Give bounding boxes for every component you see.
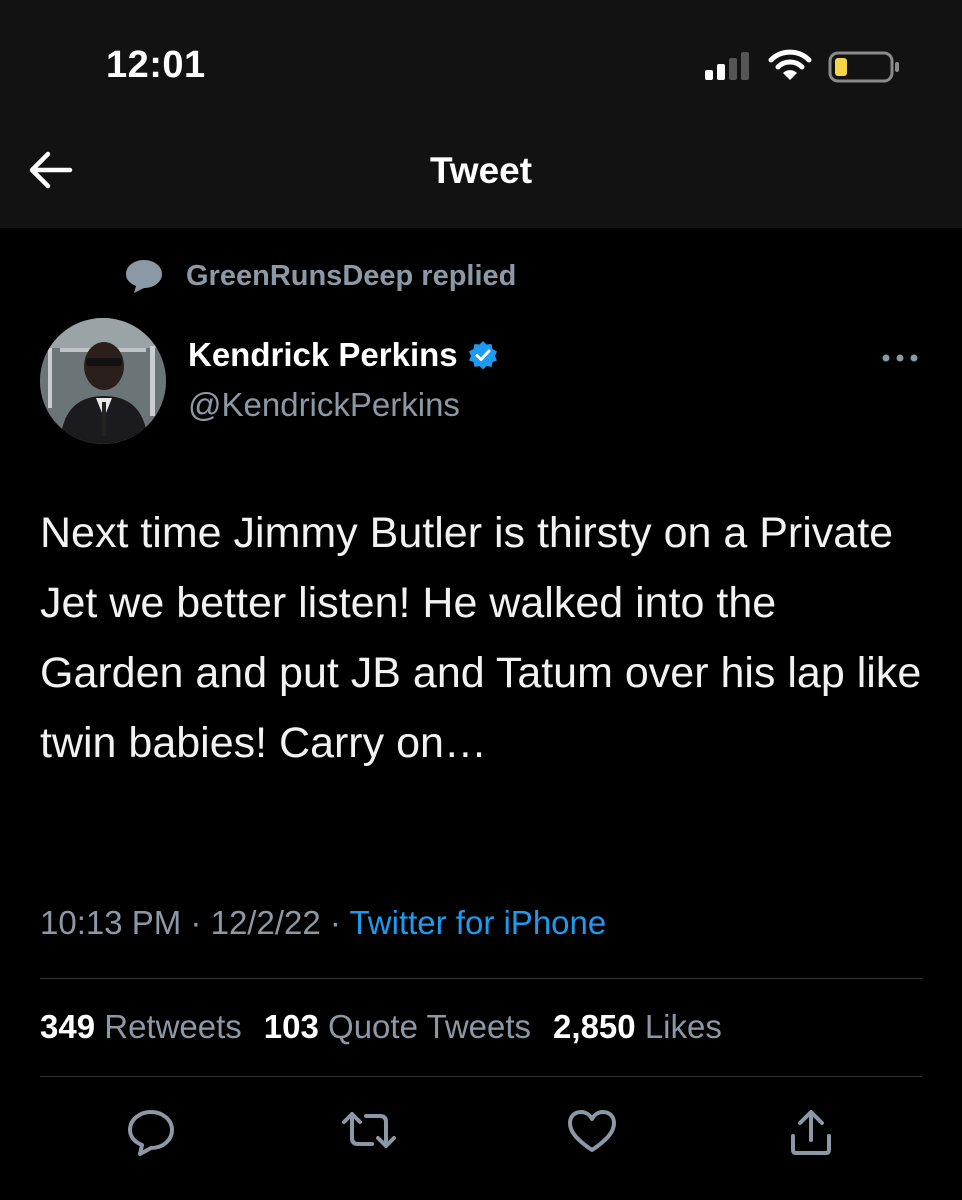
likes-count: 2,850 — [553, 1008, 636, 1045]
wifi-icon — [768, 49, 812, 80]
cellular-signal-icon — [705, 52, 749, 80]
tweet-text: Next time Jimmy Butler is thirsty on a P… — [40, 509, 922, 767]
avatar[interactable] — [40, 318, 166, 444]
battery-icon — [828, 51, 899, 83]
quote-tweets-stat[interactable]: 103 Quote Tweets — [264, 1008, 531, 1046]
reply-bubble-icon — [126, 260, 162, 293]
author-handle[interactable]: @KendrickPerkins — [188, 386, 460, 424]
tweet-stats: 349 Retweets 103 Quote Tweets 2,850 Like… — [40, 1008, 744, 1046]
author-name[interactable]: Kendrick Perkins — [188, 336, 458, 374]
verified-badge-icon — [468, 341, 497, 370]
tweet-meta: 10:13 PM · 12/2/22 · Twitter for iPhone — [40, 904, 606, 942]
tweet-date: 12/2/22 — [210, 904, 321, 941]
divider — [40, 978, 922, 979]
retweet-icon[interactable] — [340, 1108, 398, 1152]
retweets-label: Retweets — [104, 1008, 242, 1045]
meta-separator: · — [329, 904, 341, 941]
author-row[interactable]: Kendrick Perkins — [188, 336, 498, 374]
top-bar: 12:01 Tweet — [0, 0, 962, 228]
status-time: 12:01 — [106, 44, 206, 86]
tweet-source-link[interactable]: Twitter for iPhone — [349, 904, 606, 941]
like-icon[interactable] — [566, 1108, 618, 1154]
likes-label: Likes — [644, 1008, 722, 1045]
divider — [40, 1076, 922, 1077]
quote-tweets-count: 103 — [263, 1008, 319, 1045]
page-title: Tweet — [429, 150, 533, 191]
retweets-count: 349 — [40, 1008, 96, 1045]
likes-stat[interactable]: 2,850 Likes — [553, 1008, 722, 1046]
meta-separator: · — [190, 904, 202, 941]
reply-icon[interactable] — [126, 1108, 176, 1156]
social-context-text: GreenRunsDeep replied — [186, 259, 517, 292]
avatar-image — [40, 318, 166, 444]
social-context: GreenRunsDeep replied — [124, 256, 516, 296]
more-options-icon[interactable] — [880, 352, 920, 364]
share-icon[interactable] — [788, 1108, 834, 1156]
quote-tweets-label: Quote Tweets — [328, 1008, 532, 1045]
retweets-stat[interactable]: 349 Retweets — [40, 1008, 242, 1046]
tweet-time: 10:13 PM — [40, 904, 182, 941]
